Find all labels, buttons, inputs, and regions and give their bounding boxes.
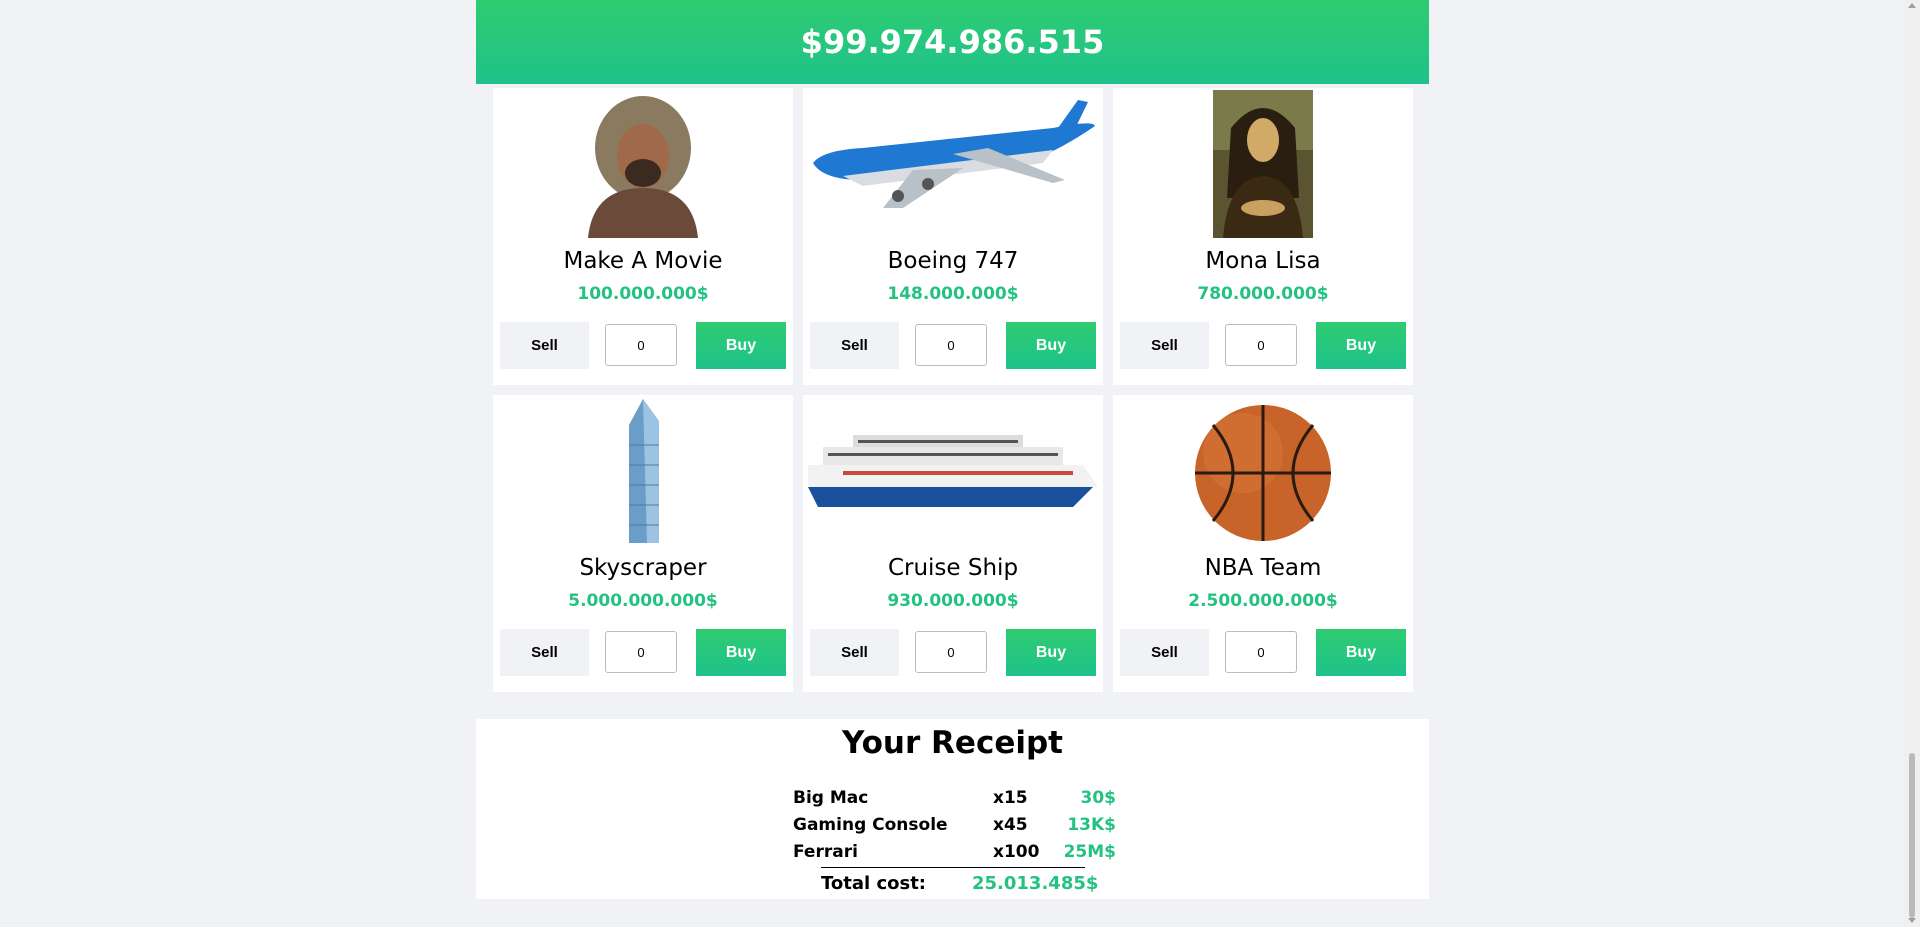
receipt-title: Your Receipt [842,725,1063,761]
cruise-ship-photo [803,395,1103,545]
painting-photo [1113,88,1413,238]
receipt-row: Gaming Console x45 13K$ [793,815,1133,841]
receipt-item-name: Ferrari [793,842,858,862]
balance-amount: $99.974.986.515 [800,23,1105,61]
product-name: Boeing 747 [887,248,1019,274]
skyscraper-photo [493,395,793,545]
sell-button[interactable]: Sell [500,322,589,369]
balance-header: $99.974.986.515 [476,0,1429,84]
vertical-scrollbar[interactable] [1904,0,1920,927]
product-price: 100.000.000$ [577,284,709,304]
product-name: Cruise Ship [887,555,1019,581]
receipt-row: Big Mac x15 30$ [793,788,1133,814]
receipt-item-qty: x45 [993,815,1028,835]
receipt-panel: Your Receipt Big Mac x15 30$ Gaming Cons… [476,719,1429,899]
receipt-item-name: Gaming Console [793,815,948,835]
product-card-boeing-747: Boeing 747 148.000.000$ Sell Buy [803,88,1103,385]
receipt-divider [821,867,1085,868]
total-value: 25.013.485$ [972,873,1099,894]
quantity-input[interactable] [605,631,677,673]
receipt-item-amount: 25M$ [1063,842,1116,862]
product-price: 780.000.000$ [1197,284,1329,304]
buy-button[interactable]: Buy [696,322,786,369]
actor-photo [493,88,793,238]
total-label: Total cost: [821,873,926,894]
scroll-up-icon[interactable] [1908,3,1916,8]
scroll-down-icon[interactable] [1908,918,1916,923]
product-price: 148.000.000$ [887,284,1019,304]
receipt-row: Ferrari x100 25M$ [793,842,1133,868]
buy-button[interactable]: Buy [1316,322,1406,369]
product-card-make-a-movie: Make A Movie 100.000.000$ Sell Buy [493,88,793,385]
product-card-nba-team: NBA Team 2.500.000.000$ Sell Buy [1113,395,1413,692]
product-name: Make A Movie [563,248,723,274]
buy-button[interactable]: Buy [696,629,786,676]
basketball-photo [1113,395,1413,545]
receipt-item-amount: 13K$ [1067,815,1116,835]
quantity-input[interactable] [605,324,677,366]
product-card-cruise-ship: Cruise Ship 930.000.000$ Sell Buy [803,395,1103,692]
airplane-photo [803,88,1103,238]
quantity-input[interactable] [1225,631,1297,673]
product-price: 2.500.000.000$ [1188,591,1338,611]
sell-button[interactable]: Sell [810,629,899,676]
sell-button[interactable]: Sell [1120,629,1209,676]
sell-button[interactable]: Sell [500,629,589,676]
receipt-item-name: Big Mac [793,788,869,808]
quantity-input[interactable] [915,324,987,366]
quantity-input[interactable] [1225,324,1297,366]
product-price: 5.000.000.000$ [568,591,718,611]
buy-button[interactable]: Buy [1006,322,1096,369]
product-price: 930.000.000$ [887,591,1019,611]
product-name: Skyscraper [579,555,707,581]
scroll-thumb[interactable] [1909,753,1915,918]
product-card-skyscraper: Skyscraper 5.000.000.000$ Sell Buy [493,395,793,692]
quantity-input[interactable] [915,631,987,673]
buy-button[interactable]: Buy [1006,629,1096,676]
receipt-item-amount: 30$ [1080,788,1117,808]
product-name: Mona Lisa [1205,248,1321,274]
receipt-item-qty: x15 [993,788,1028,808]
receipt-item-qty: x100 [993,842,1040,862]
sell-button[interactable]: Sell [1120,322,1209,369]
product-name: NBA Team [1204,555,1322,581]
sell-button[interactable]: Sell [810,322,899,369]
buy-button[interactable]: Buy [1316,629,1406,676]
product-card-mona-lisa: Mona Lisa 780.000.000$ Sell Buy [1113,88,1413,385]
